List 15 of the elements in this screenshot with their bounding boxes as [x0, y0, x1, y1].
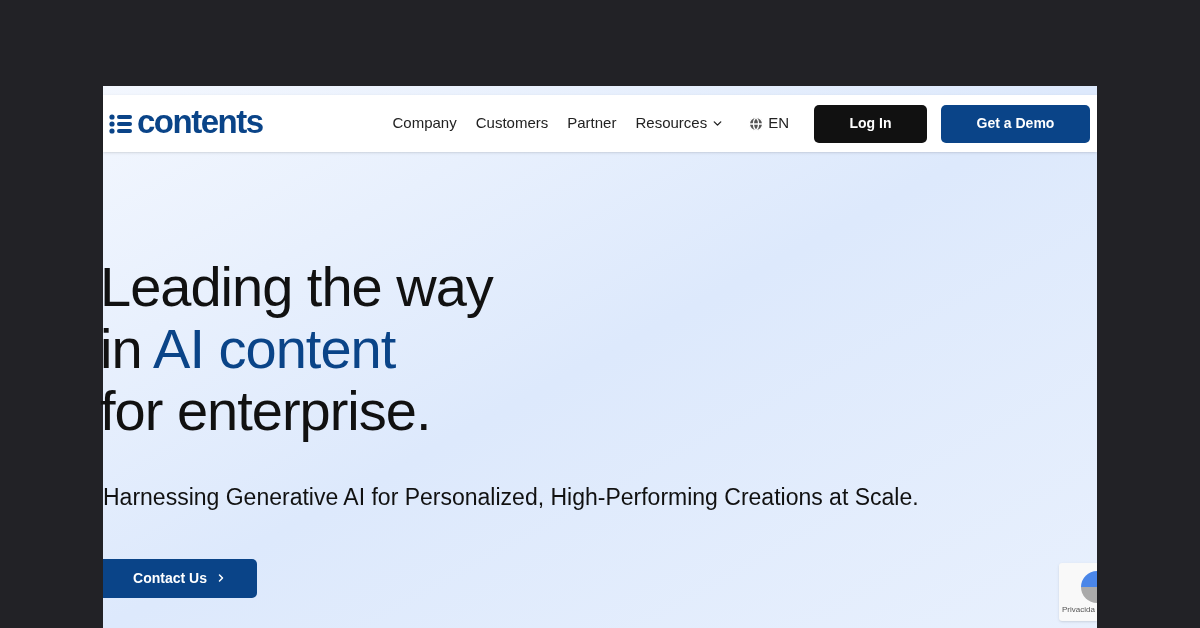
privacy-link[interactable]: Privacida [1059, 604, 1095, 616]
language-selector[interactable]: EN [748, 112, 789, 135]
list-icon [109, 113, 133, 134]
globe-icon [748, 115, 765, 132]
nav-link[interactable]: Customers [475, 112, 549, 135]
nav-link[interactable]: Company [392, 112, 457, 135]
login-button[interactable]: Log In [814, 104, 927, 143]
get-demo-button[interactable]: Get a Demo [941, 104, 1090, 143]
contact-us-button[interactable]: Contact Us [103, 558, 257, 598]
logo-text[interactable]: contents [137, 105, 263, 142]
hero-subtitle: Harnessing Generative AI for Personalized, High-Performing Creations at Scale. [103, 483, 920, 512]
nav-link[interactable]: Partner [567, 112, 617, 135]
nav-link[interactable]: Resources [635, 112, 725, 135]
recaptcha-icon [1081, 571, 1097, 603]
recaptcha-badge[interactable]: Privacida [1059, 563, 1097, 621]
